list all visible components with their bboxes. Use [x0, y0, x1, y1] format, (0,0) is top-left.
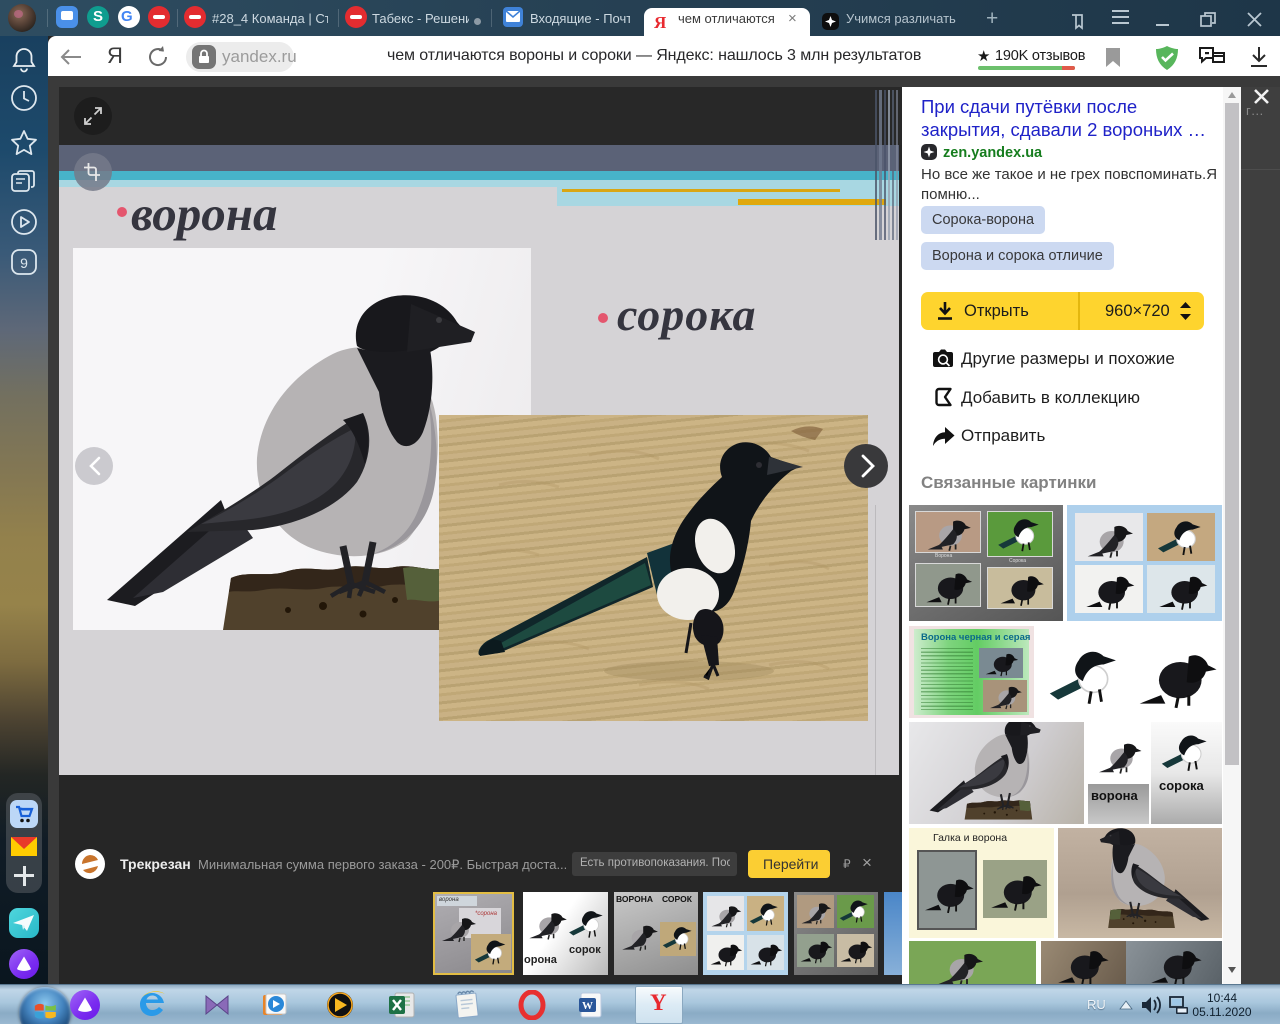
svg-text:W: W: [582, 1000, 593, 1012]
svg-text:9: 9: [20, 255, 28, 271]
